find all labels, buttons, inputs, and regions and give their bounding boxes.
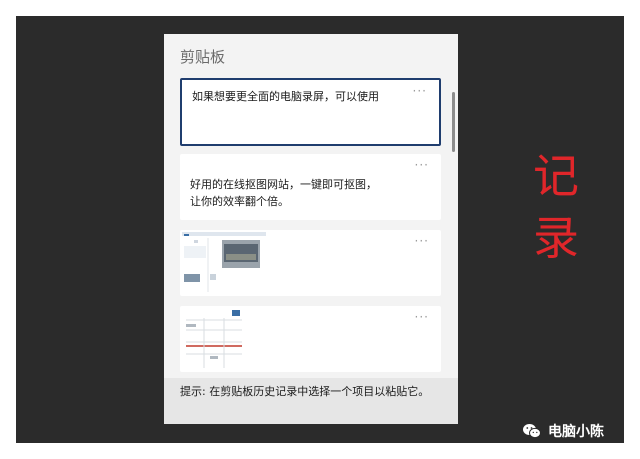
- scrollbar[interactable]: [452, 92, 455, 152]
- clipboard-history-list: 如果想要更全面的电脑录屏，可以使用 ··· 好用的在线抠图网站，一键即可抠图， …: [164, 34, 458, 378]
- clipboard-item-3[interactable]: ···: [180, 230, 441, 296]
- screenshot-thumbnail: [182, 232, 266, 292]
- watermark-label: 电脑小陈: [548, 424, 604, 440]
- screenshot-thumbnail: [182, 308, 244, 370]
- clipboard-item-text: 如果想要更全面的电脑录屏，可以使用: [192, 90, 379, 103]
- hint-footer: 提示: 在剪贴板历史记录中选择一个项目以粘贴它。: [164, 378, 458, 424]
- annotation-char-1: 记: [533, 149, 579, 203]
- clipboard-item-4[interactable]: ···: [180, 306, 441, 372]
- clipboard-item-2[interactable]: 好用的在线抠图网站，一键即可抠图， 让你的效率翻个倍。 ···: [180, 154, 441, 220]
- more-options-icon[interactable]: ···: [415, 234, 429, 248]
- hint-text: 提示: 在剪贴板历史记录中选择一个项目以粘贴它。: [180, 385, 430, 398]
- clipboard-panel: 剪贴板 如果想要更全面的电脑录屏，可以使用 ··· 好用的在线抠图网站，一键即可…: [164, 34, 458, 424]
- more-options-icon[interactable]: ···: [415, 158, 429, 172]
- clipboard-item-text-line1: 好用的在线抠图网站，一键即可抠图，: [190, 178, 377, 191]
- clipboard-item-1[interactable]: 如果想要更全面的电脑录屏，可以使用 ···: [180, 78, 441, 146]
- more-options-icon[interactable]: ···: [413, 84, 427, 98]
- annotation-char-2: 录: [533, 211, 579, 265]
- wechat-icon: [523, 424, 541, 439]
- clipboard-item-text-line2: 让你的效率翻个倍。: [190, 195, 289, 208]
- more-options-icon[interactable]: ···: [415, 310, 429, 324]
- watermark: 电脑小陈: [522, 420, 604, 442]
